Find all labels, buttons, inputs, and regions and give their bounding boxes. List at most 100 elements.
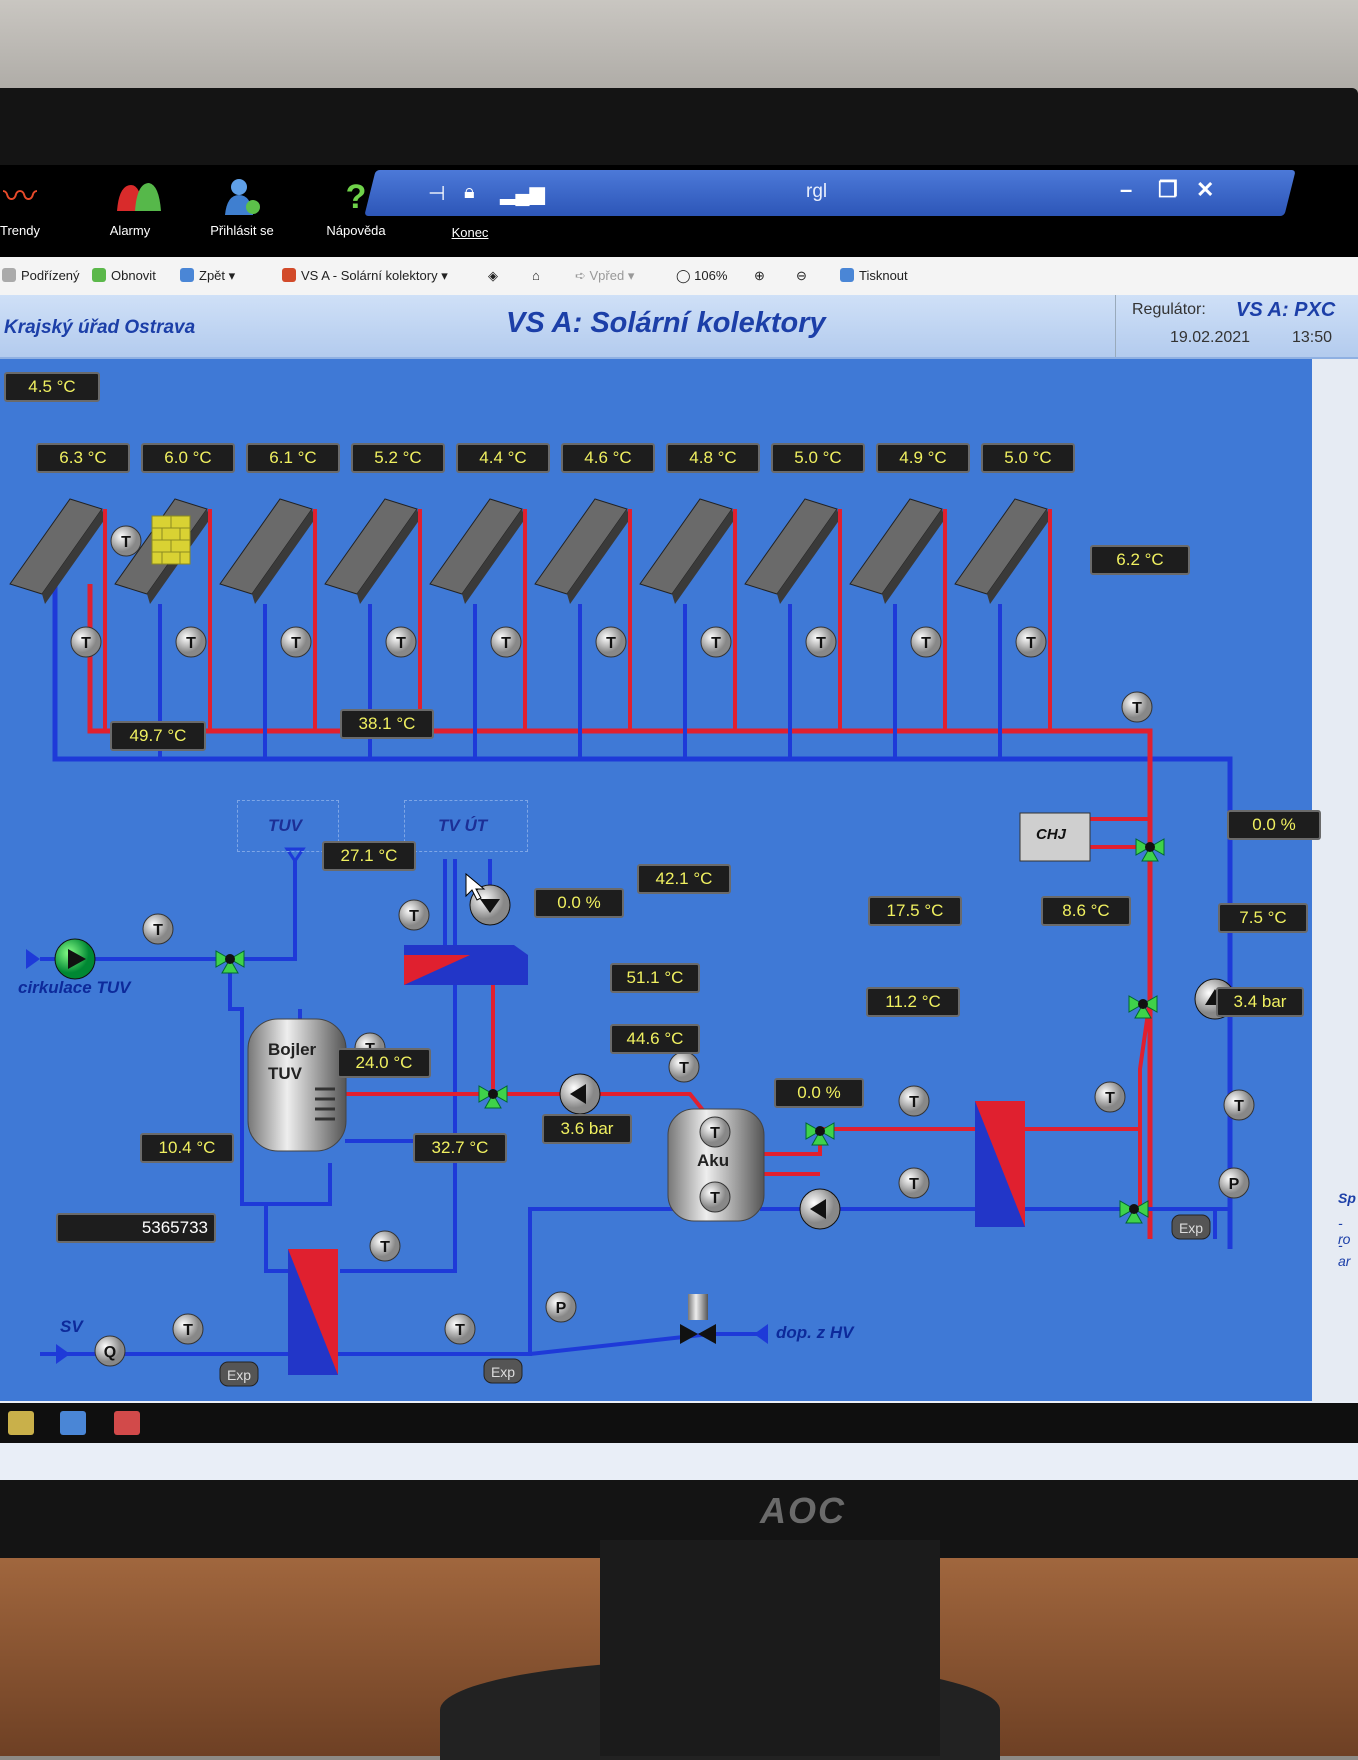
obnovit-button[interactable]: Obnovit	[92, 268, 156, 283]
sensor-t[interactable]: T	[898, 1085, 930, 1117]
sensor-t[interactable]: T	[369, 1230, 401, 1262]
sensor-t[interactable]: T	[175, 626, 207, 658]
page-label: VS A - Solární kolektory	[301, 268, 438, 283]
aku-bottom-temp[interactable]: 44.6 °C	[610, 1024, 700, 1054]
alarmy-button[interactable]: Alarmy	[80, 169, 180, 253]
sensor-t[interactable]: T	[668, 1051, 700, 1083]
podrizeny-label: Podřízený	[21, 268, 80, 283]
right-pressure[interactable]: 3.4 bar	[1216, 987, 1304, 1017]
sensor-p[interactable]: P	[545, 1291, 577, 1323]
sensor-t[interactable]: T	[898, 1167, 930, 1199]
restore-icon[interactable]: ❐	[1158, 177, 1178, 203]
aku-top-in-temp[interactable]: 42.1 °C	[637, 864, 731, 894]
sensor-letter: T	[81, 635, 91, 652]
outdoor-temp[interactable]: 4.5 °C	[4, 372, 100, 402]
prihlasit-button[interactable]: Přihlásit se	[192, 169, 292, 253]
trendy-button[interactable]: 〰 Trendy	[0, 169, 70, 253]
collector-temp[interactable]: 5.0 °C	[771, 443, 865, 473]
pump-mid[interactable]	[799, 1188, 841, 1230]
trend-icon: 〰	[3, 178, 37, 216]
minimize-icon[interactable]: –	[1120, 177, 1132, 203]
print-icon	[840, 268, 854, 282]
pump-right-percent[interactable]: 0.0 %	[1227, 810, 1321, 840]
page-selector[interactable]: VS A - Solární kolektory ▾	[282, 268, 448, 284]
sensor-t[interactable]: T	[910, 626, 942, 658]
regulator-info: Regulátor: VS A: PXC 19.02.2021 13:50	[1115, 295, 1358, 357]
konec-button[interactable]: Konec	[420, 205, 520, 253]
explorer-icon[interactable]	[60, 1411, 86, 1435]
three-way-valve[interactable]	[478, 1085, 508, 1109]
sensor-t[interactable]: T	[1121, 691, 1153, 723]
three-way-valve[interactable]	[1135, 838, 1165, 862]
sensor-t[interactable]: T	[1094, 1081, 1126, 1113]
podrizeny-button[interactable]: Podřízený	[2, 268, 80, 283]
signal-icon[interactable]: ▂▄▆	[500, 181, 545, 206]
mix-temp[interactable]: 32.7 °C	[413, 1133, 507, 1163]
sensor-t[interactable]: T	[490, 626, 522, 658]
sensor-p[interactable]: P	[1218, 1167, 1250, 1199]
vpred-button[interactable]: ➪ Vpřed ▾	[575, 268, 634, 284]
sensor-letter: T	[396, 635, 406, 652]
hx-secondary-return-temp[interactable]: 11.2 °C	[866, 987, 960, 1017]
start-icon[interactable]	[8, 1411, 34, 1435]
pump-mid-percent[interactable]: 0.0 %	[774, 1078, 864, 1108]
collector-temp[interactable]: 6.1 °C	[246, 443, 340, 473]
zoom-out-icon[interactable]: ⊖	[796, 268, 807, 284]
hx-secondary-supply-temp[interactable]: 17.5 °C	[868, 896, 962, 926]
sensor-t[interactable]: T	[595, 626, 627, 658]
sv-temp[interactable]: 10.4 °C	[140, 1133, 234, 1163]
top-toolbar: 〰 Trendy Alarmy Přihlásit se ? Nápověda …	[0, 165, 1358, 257]
binoculars-icon[interactable]: ◈	[488, 268, 498, 284]
sensor-t[interactable]: T	[110, 525, 142, 557]
pump-left-percent[interactable]: 0.0 %	[534, 888, 624, 918]
three-way-valve[interactable]	[1128, 995, 1158, 1019]
exp-label: Exp	[491, 1364, 515, 1380]
sensor-t[interactable]: T	[1015, 626, 1047, 658]
tisknout-button[interactable]: Tisknout	[840, 268, 908, 283]
sensor-t[interactable]: T	[142, 913, 174, 945]
sensor-t[interactable]: T	[398, 899, 430, 931]
collector-temp[interactable]: 4.6 °C	[561, 443, 655, 473]
pin-icon[interactable]: ⊣	[428, 181, 445, 206]
app-icon[interactable]	[114, 1411, 140, 1435]
sensor-t[interactable]: T	[172, 1313, 204, 1345]
tvut-temp[interactable]: 38.1 °C	[340, 709, 434, 739]
sensor-t[interactable]: T	[70, 626, 102, 658]
lock-icon[interactable]: 🔒︎	[464, 181, 475, 204]
collector-temp[interactable]: 6.3 °C	[36, 443, 130, 473]
zoom-selector[interactable]: ◯ 106%	[676, 268, 727, 284]
collector-temp[interactable]: 4.4 °C	[456, 443, 550, 473]
zpet-button[interactable]: Zpět ▾	[180, 268, 235, 284]
collector-temp[interactable]: 4.8 °C	[666, 443, 760, 473]
three-way-valve[interactable]	[215, 950, 245, 974]
collector-temp[interactable]: 4.9 °C	[876, 443, 970, 473]
collector-temp[interactable]: 6.0 °C	[141, 443, 235, 473]
pump-left[interactable]	[559, 1073, 601, 1115]
three-way-valve[interactable]	[805, 1122, 835, 1146]
cirkulace-temp[interactable]: 49.7 °C	[110, 721, 206, 751]
collector-temp[interactable]: 5.2 °C	[351, 443, 445, 473]
home-icon[interactable]: ⌂	[532, 268, 540, 283]
sensor-t[interactable]: T	[1223, 1089, 1255, 1121]
circulation-pump-green[interactable]	[54, 938, 96, 980]
sensor-t[interactable]: T	[699, 1181, 731, 1213]
collector-temp[interactable]: 5.0 °C	[981, 443, 1075, 473]
hx-primary-temp[interactable]: 8.6 °C	[1041, 896, 1131, 926]
bottom-hx-temp[interactable]: 24.0 °C	[337, 1048, 431, 1078]
sensor-q[interactable]: Q	[94, 1335, 126, 1367]
collector-out-temp[interactable]: 6.2 °C	[1090, 545, 1190, 575]
aku-top-temp[interactable]: 51.1 °C	[610, 963, 700, 993]
sensor-t[interactable]: T	[700, 626, 732, 658]
sensor-t[interactable]: T	[280, 626, 312, 658]
bojler-temp[interactable]: 27.1 °C	[322, 841, 416, 871]
sensor-t[interactable]: T	[699, 1116, 731, 1148]
close-icon[interactable]: ✕	[1196, 177, 1214, 203]
three-way-valve[interactable]	[1119, 1200, 1149, 1224]
window-title: rgl	[806, 181, 828, 202]
zoom-in-icon[interactable]: ⊕	[754, 268, 765, 284]
sensor-t[interactable]: T	[444, 1313, 476, 1345]
sensor-t[interactable]: T	[805, 626, 837, 658]
sensor-t[interactable]: T	[385, 626, 417, 658]
bottom-pressure[interactable]: 3.6 bar	[542, 1114, 632, 1144]
right-return-temp[interactable]: 7.5 °C	[1218, 903, 1308, 933]
